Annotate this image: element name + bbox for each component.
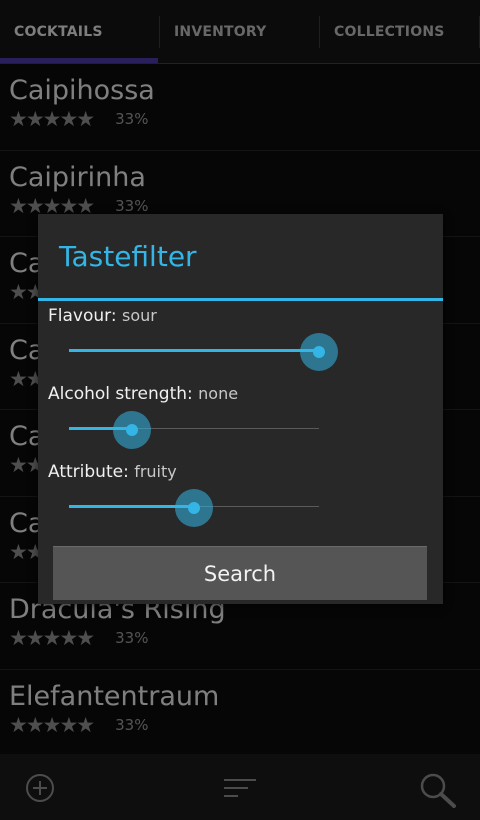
slider-thumb[interactable]	[126, 424, 138, 436]
slider-thumb[interactable]	[313, 346, 325, 358]
alcohol-strength-slider[interactable]	[69, 409, 319, 449]
slider-fill	[69, 349, 319, 352]
alcohol-strength-label: Alcohol strength: none	[48, 384, 238, 404]
filter-value: sour	[121, 306, 157, 325]
attribute-slider[interactable]	[69, 487, 319, 527]
search-button[interactable]: Search	[53, 546, 427, 600]
flavour-slider[interactable]	[69, 331, 338, 371]
filter-value: none	[198, 384, 239, 403]
tastefilter-dialog: Tastefilter Flavour: sour Alcohol streng…	[38, 214, 443, 604]
dialog-title-divider	[38, 298, 443, 301]
filter-label: Attribute:	[48, 462, 129, 482]
flavour-label: Flavour: sour	[48, 306, 157, 326]
filter-value: fruity	[134, 462, 177, 481]
slider-thumb[interactable]	[188, 502, 200, 514]
filter-label: Flavour:	[48, 306, 117, 326]
attribute-label: Attribute: fruity	[48, 462, 177, 482]
filter-label: Alcohol strength:	[48, 384, 193, 404]
dialog-title: Tastefilter	[59, 240, 197, 273]
